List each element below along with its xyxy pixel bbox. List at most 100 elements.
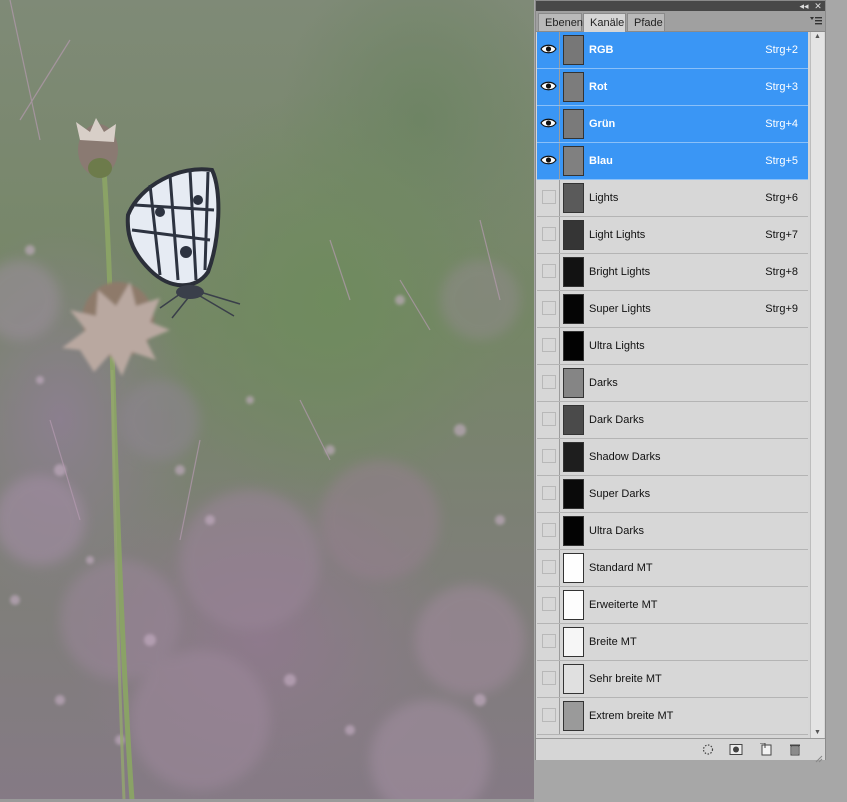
channel-thumbnail <box>563 479 584 509</box>
channel-row[interactable]: Shadow Darks <box>537 439 808 476</box>
save-selection-icon[interactable] <box>729 743 743 756</box>
channel-row[interactable]: RGB Strg+2 <box>537 32 808 69</box>
channel-name: Breite MT <box>589 636 637 648</box>
document-canvas[interactable] <box>0 0 534 802</box>
visibility-empty-box <box>542 560 556 574</box>
channel-shortcut: Strg+2 <box>765 44 798 56</box>
channel-thumbnail <box>563 331 584 361</box>
visibility-empty-box <box>542 375 556 389</box>
channel-thumbnail <box>563 553 584 583</box>
visibility-toggle[interactable] <box>537 32 559 68</box>
channel-row[interactable]: Breite MT <box>537 624 808 661</box>
visibility-toggle[interactable] <box>537 69 559 105</box>
visibility-toggle[interactable] <box>537 180 559 216</box>
visibility-toggle[interactable] <box>537 439 559 475</box>
tab-kanaele[interactable]: Kanäle <box>583 13 626 32</box>
channel-row[interactable]: Ultra Darks <box>537 513 808 550</box>
row-divider <box>559 291 560 327</box>
channel-name: Ultra Darks <box>589 525 645 537</box>
channels-panel[interactable]: ◂◂ ✕ Ebenen Kanäle Pfade RGB Strg+2 Rot Str… <box>535 0 826 763</box>
channel-row[interactable]: Erweiterte MT <box>537 587 808 624</box>
visibility-empty-box <box>542 301 556 315</box>
channel-thumbnail <box>563 146 584 176</box>
channel-row[interactable]: Dark Darks <box>537 402 808 439</box>
row-divider <box>559 513 560 549</box>
visibility-empty-box <box>542 190 556 204</box>
channel-shortcut: Strg+7 <box>765 229 798 241</box>
row-divider <box>559 106 560 142</box>
row-divider <box>559 698 560 734</box>
channel-name: Erweiterte MT <box>589 599 658 611</box>
visibility-empty-box <box>542 708 556 722</box>
channel-name: Extrem breite MT <box>589 710 674 722</box>
channel-row[interactable]: Standard MT <box>537 550 808 587</box>
channel-row[interactable]: Super Darks <box>537 476 808 513</box>
row-divider <box>559 32 560 68</box>
channel-row[interactable]: Darks <box>537 365 808 402</box>
row-divider <box>559 365 560 401</box>
row-divider <box>559 328 560 364</box>
visibility-toggle[interactable] <box>537 624 559 660</box>
visibility-toggle[interactable] <box>537 698 559 734</box>
channel-thumbnail <box>563 294 584 324</box>
eye-icon <box>540 81 557 91</box>
delete-channel-icon[interactable] <box>788 743 802 756</box>
visibility-toggle[interactable] <box>537 217 559 253</box>
new-channel-icon[interactable] <box>759 742 773 756</box>
visibility-toggle[interactable] <box>537 254 559 290</box>
channel-row[interactable]: Grün Strg+4 <box>537 106 808 143</box>
panel-collapse-bar[interactable]: ◂◂ ✕ <box>536 1 825 11</box>
channel-row[interactable]: Blau Strg+5 <box>537 143 808 180</box>
visibility-toggle[interactable] <box>537 328 559 364</box>
load-selection-icon[interactable] <box>701 743 715 756</box>
visibility-toggle[interactable] <box>537 402 559 438</box>
channel-name: Lights <box>589 192 619 204</box>
channel-list: RGB Strg+2 Rot Strg+3 Grün Strg+4 Blau Strg+5 Li… <box>537 32 808 737</box>
visibility-toggle[interactable] <box>537 365 559 401</box>
visibility-empty-box <box>542 412 556 426</box>
channel-thumbnail <box>563 627 584 657</box>
channel-row[interactable]: Bright Lights Strg+8 <box>537 254 808 291</box>
scroll-up-arrow-icon[interactable]: ▲ <box>811 32 824 42</box>
visibility-toggle[interactable] <box>537 143 559 179</box>
channel-row[interactable]: Super Lights Strg+9 <box>537 291 808 328</box>
channel-shortcut: Strg+9 <box>765 303 798 315</box>
channel-thumbnail <box>563 368 584 398</box>
channel-row[interactable]: Sehr breite MT <box>537 661 808 698</box>
row-divider <box>559 661 560 697</box>
close-icon[interactable]: ✕ <box>812 1 824 11</box>
channel-list-scrollbar[interactable]: ▲ ▼ <box>810 32 824 738</box>
channel-name: Sehr breite MT <box>589 673 662 685</box>
visibility-empty-box <box>542 227 556 241</box>
double-chevron-left-icon[interactable]: ◂◂ <box>798 1 810 11</box>
tab-ebenen[interactable]: Ebenen <box>538 13 583 31</box>
channel-thumbnail <box>563 405 584 435</box>
visibility-toggle[interactable] <box>537 661 559 697</box>
channel-name: Standard MT <box>589 562 653 574</box>
channel-name: Dark Darks <box>589 414 645 426</box>
visibility-toggle[interactable] <box>537 476 559 512</box>
panel-menu-icon[interactable] <box>809 15 823 27</box>
visibility-toggle[interactable] <box>537 106 559 142</box>
channel-row[interactable]: Light Lights Strg+7 <box>537 217 808 254</box>
scroll-down-arrow-icon[interactable]: ▼ <box>811 728 824 738</box>
visibility-empty-box <box>542 338 556 352</box>
row-divider <box>559 587 560 623</box>
row-divider <box>559 254 560 290</box>
visibility-toggle[interactable] <box>537 513 559 549</box>
resize-grip-icon[interactable] <box>815 750 823 763</box>
visibility-toggle[interactable] <box>537 550 559 586</box>
row-divider <box>559 624 560 660</box>
tab-pfade[interactable]: Pfade <box>627 13 665 31</box>
channel-row[interactable]: Ultra Lights <box>537 328 808 365</box>
channel-row[interactable]: Lights Strg+6 <box>537 180 808 217</box>
channel-shortcut: Strg+6 <box>765 192 798 204</box>
visibility-empty-box <box>542 671 556 685</box>
channel-row[interactable]: Extrem breite MT <box>537 698 808 735</box>
visibility-toggle[interactable] <box>537 291 559 327</box>
channel-name: Blau <box>589 155 613 167</box>
channel-name: Rot <box>589 81 608 93</box>
channel-row[interactable]: Rot Strg+3 <box>537 69 808 106</box>
channel-shortcut: Strg+4 <box>765 118 798 130</box>
visibility-toggle[interactable] <box>537 587 559 623</box>
